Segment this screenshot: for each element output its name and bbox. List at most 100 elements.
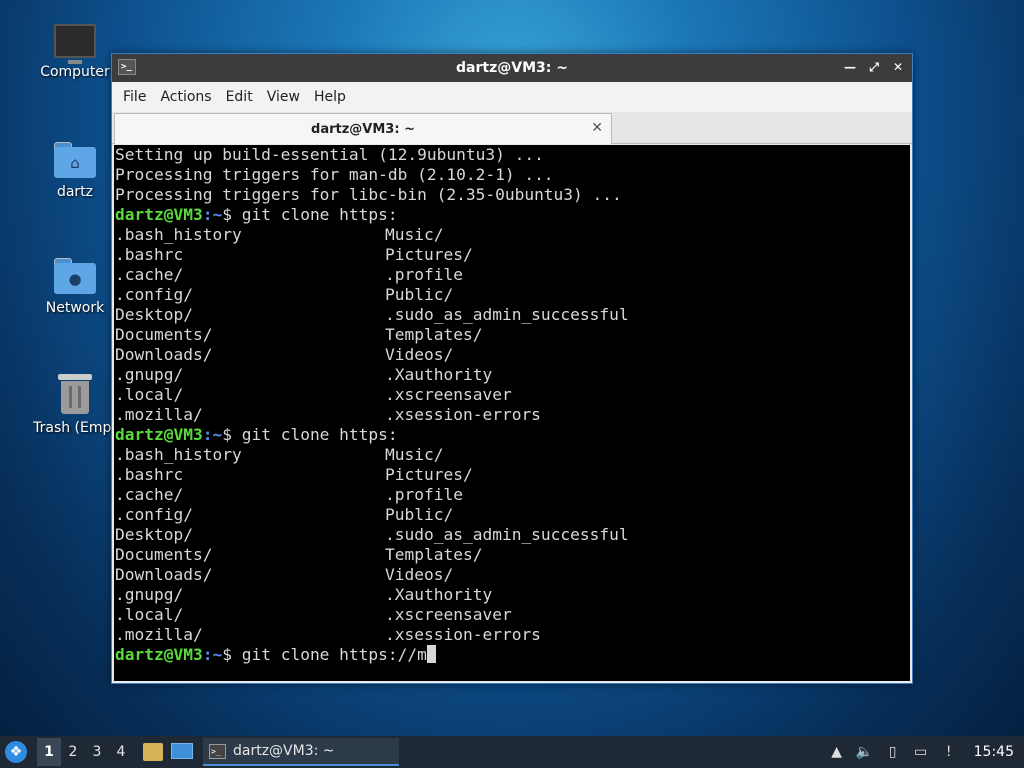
file-manager-icon[interactable]	[143, 743, 163, 761]
listing-row: Desktop/ .sudo_as_admin_successful	[115, 525, 910, 545]
listing-entry: .mozilla/	[115, 625, 203, 644]
start-menu-icon[interactable]: ❖	[5, 741, 27, 763]
prompt-user: dartz@VM3	[115, 425, 203, 444]
tab-title: dartz@VM3: ~	[311, 121, 415, 137]
tab-close-icon[interactable]: ✕	[591, 120, 603, 136]
listing-entry: .sudo_as_admin_successful	[385, 525, 629, 544]
command-text: git clone https:	[241, 205, 398, 224]
listing-entry: Pictures/	[385, 465, 473, 484]
listing-row: .gnupg/ .Xauthority	[115, 585, 910, 605]
listing-entry: .bash_history	[115, 445, 242, 464]
listing-entry: .mozilla/	[115, 405, 203, 424]
desktop-icon-label: Computer	[40, 64, 110, 80]
listing-row: .cache/ .profile	[115, 485, 910, 505]
listing-entry: .Xauthority	[385, 365, 493, 384]
listing-row: .mozilla/ .xsession-errors	[115, 405, 910, 425]
listing-entry: .bashrc	[115, 245, 184, 264]
prompt-path: :~	[202, 205, 223, 224]
show-desktop-icon[interactable]	[171, 743, 193, 759]
tab-bar: dartz@VM3: ~ ✕	[112, 112, 912, 144]
trash-icon	[58, 374, 92, 414]
listing-row: .cache/ .profile	[115, 265, 910, 285]
listing-entry: .profile	[385, 485, 463, 504]
listing-entry: .Xauthority	[385, 585, 493, 604]
terminal-output[interactable]: Setting up build-essential (12.9ubuntu3)…	[114, 145, 910, 681]
listing-row: .bashrc Pictures/	[115, 465, 910, 485]
prompt-symbol: $	[222, 205, 242, 224]
workspace-3[interactable]: 3	[85, 738, 109, 766]
listing-row: .mozilla/ .xsession-errors	[115, 625, 910, 645]
listing-row: Downloads/Videos/	[115, 565, 910, 585]
listing-entry: Public/	[385, 285, 454, 304]
listing-entry: Desktop/	[115, 525, 193, 544]
tab-terminal[interactable]: dartz@VM3: ~ ✕	[114, 113, 612, 144]
volume-icon[interactable]: 🔈	[856, 743, 874, 761]
prompt-symbol: $	[222, 425, 242, 444]
prompt-symbol: $	[222, 645, 242, 664]
terminal-line: Processing triggers for libc-bin (2.35-0…	[115, 185, 622, 204]
listing-row: Downloads/Videos/	[115, 345, 910, 365]
minimize-icon[interactable]: —	[842, 59, 858, 75]
maximize-icon[interactable]: ⤢	[866, 59, 882, 75]
terminal-window: >_ dartz@VM3: ~ — ⤢ ✕ File Actions Edit …	[111, 53, 913, 684]
prompt-line: dartz@VM3:~$ git clone https://m	[115, 645, 910, 665]
listing-entry: .gnupg/	[115, 365, 184, 384]
text-cursor	[426, 645, 436, 663]
listing-entry: .gnupg/	[115, 585, 184, 604]
close-icon[interactable]: ✕	[890, 59, 906, 75]
listing-row: .bash_history Music/	[115, 225, 910, 245]
listing-entry: .bashrc	[115, 465, 184, 484]
menu-view[interactable]: View	[260, 85, 307, 109]
taskbar-item-terminal[interactable]: >_ dartz@VM3: ~	[203, 738, 399, 766]
listing-entry: .xsession-errors	[385, 405, 541, 424]
terminal-line: Processing triggers for man-db (2.10.2-1…	[115, 165, 554, 184]
notification-icon[interactable]: !	[940, 743, 958, 761]
menu-edit[interactable]: Edit	[219, 85, 260, 109]
listing-entry: .config/	[115, 505, 193, 524]
computer-icon	[54, 24, 96, 64]
taskbar: ❖ 1 2 3 4 >_ dartz@VM3: ~ ▲ 🔈 ▯ ▭ ! 15:4…	[0, 736, 1024, 768]
upload-icon[interactable]: ▲	[828, 743, 846, 761]
prompt-path: :~	[202, 645, 223, 664]
menu-help[interactable]: Help	[307, 85, 353, 109]
listing-entry: .local/	[115, 605, 184, 624]
desktop-icon-label: Trash (Empt	[33, 420, 117, 436]
terminal-icon: >_	[209, 743, 226, 759]
listing-row: .config/Public/	[115, 505, 910, 525]
workspace-2[interactable]: 2	[61, 738, 85, 766]
workspace-4[interactable]: 4	[109, 738, 133, 766]
command-text: git clone https://m	[241, 645, 427, 664]
listing-row: .bash_history Music/	[115, 445, 910, 465]
listing-entry: Pictures/	[385, 245, 473, 264]
network-icon[interactable]: ▭	[912, 743, 930, 761]
listing-entry: .xsession-errors	[385, 625, 541, 644]
menu-actions[interactable]: Actions	[153, 85, 218, 109]
prompt-path: :~	[202, 425, 223, 444]
prompt-line: dartz@VM3:~$ git clone https:	[115, 205, 910, 225]
listing-entry: Documents/	[115, 325, 213, 344]
window-titlebar[interactable]: >_ dartz@VM3: ~ — ⤢ ✕	[112, 54, 912, 82]
desktop-icon-label: dartz	[56, 184, 94, 200]
listing-entry: .config/	[115, 285, 193, 304]
listing-row: Desktop/ .sudo_as_admin_successful	[115, 305, 910, 325]
workspace-1[interactable]: 1	[37, 738, 61, 766]
terminal-app-icon[interactable]: >_	[118, 59, 136, 75]
listing-entry: Downloads/	[115, 565, 213, 584]
prompt-user: dartz@VM3	[115, 645, 203, 664]
command-text: git clone https:	[241, 425, 398, 444]
clipboard-icon[interactable]: ▯	[884, 743, 902, 761]
listing-entry: Public/	[385, 505, 454, 524]
listing-entry: .local/	[115, 385, 184, 404]
listing-entry: .profile	[385, 265, 463, 284]
listing-row: Documents/Templates/	[115, 545, 910, 565]
network-folder-icon: ●	[54, 258, 96, 294]
quick-launch	[143, 743, 193, 761]
home-folder-icon: ⌂	[54, 142, 96, 178]
prompt-line: dartz@VM3:~$ git clone https:	[115, 425, 910, 445]
menu-file[interactable]: File	[116, 85, 153, 109]
listing-row: .bashrc Pictures/	[115, 245, 910, 265]
listing-row: .gnupg/ .Xauthority	[115, 365, 910, 385]
system-tray: ▲ 🔈 ▯ ▭ ! 15:45	[828, 736, 1024, 768]
desktop-icon-label: Network	[45, 300, 105, 316]
listing-entry: .sudo_as_admin_successful	[385, 305, 629, 324]
